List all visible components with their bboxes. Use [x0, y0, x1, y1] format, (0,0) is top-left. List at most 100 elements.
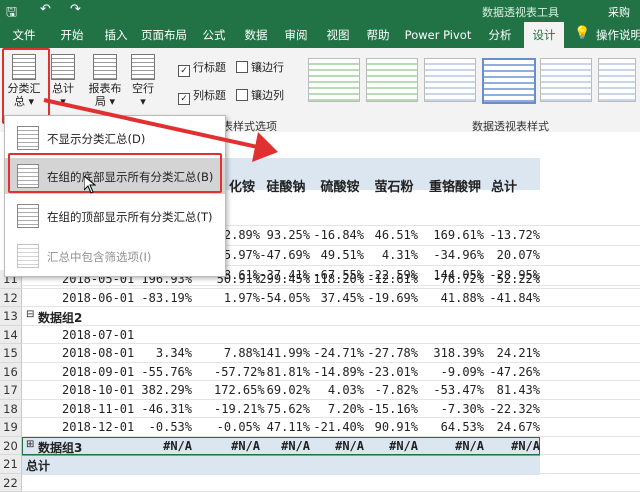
value-cell[interactable]: #N/A [214, 439, 260, 453]
value-cell[interactable]: 7.20% [312, 402, 364, 416]
value-cell[interactable]: 1.97% [214, 291, 260, 305]
date-cell[interactable]: 2018-07-01 [62, 328, 134, 342]
group-label[interactable]: 数据组3 [38, 439, 82, 456]
value-cell[interactable]: -0.05% [214, 420, 260, 434]
tell-me-box[interactable]: 操作说明 [596, 22, 640, 48]
value-cell[interactable]: 382.29% [140, 383, 192, 397]
value-cell[interactable]: 3.34% [140, 346, 192, 360]
menu-item-show-top[interactable]: 在组的顶部显示所有分类汇总(T) [5, 198, 225, 234]
chk-row-headers[interactable]: ✓行标题 [178, 60, 226, 76]
redo-icon[interactable]: ↷ [70, 2, 81, 17]
value-cell[interactable]: -7.82% [366, 383, 418, 397]
tab-power-pivot[interactable]: Power Pivot [402, 22, 474, 48]
value-cell[interactable]: 49.51% [312, 248, 364, 262]
value-cell[interactable]: #N/A [366, 439, 418, 453]
value-cell[interactable]: 37.45% [312, 291, 364, 305]
value-cell[interactable]: -19.21% [214, 402, 260, 416]
value-cell[interactable]: #N/A [258, 439, 310, 453]
row-header[interactable]: 12 [0, 289, 22, 308]
row-header[interactable]: 22 [0, 474, 22, 492]
date-cell[interactable]: 2018-09-01 [62, 365, 134, 379]
value-cell[interactable]: 69.02% [258, 383, 310, 397]
value-cell[interactable]: -55.76% [140, 365, 192, 379]
value-cell[interactable]: -14.89% [312, 365, 364, 379]
value-cell[interactable]: 169.61% [424, 228, 484, 242]
value-cell[interactable]: -7.30% [424, 402, 484, 416]
date-cell[interactable]: 2018-11-01 [62, 402, 134, 416]
date-cell[interactable]: 2018-12-01 [62, 420, 134, 434]
value-cell[interactable]: -57.72% [214, 365, 260, 379]
value-cell[interactable]: -13.72% [488, 228, 540, 242]
value-cell[interactable]: 52.22% [488, 272, 540, 286]
row-header[interactable]: 15 [0, 344, 22, 363]
value-cell[interactable]: 93.25% [258, 228, 310, 242]
value-cell[interactable]: 81.43% [488, 383, 540, 397]
style-thumb-1[interactable] [308, 58, 360, 102]
value-cell[interactable]: -41.84% [488, 291, 540, 305]
value-cell[interactable]: -24.71% [312, 346, 364, 360]
date-cell[interactable]: 2018-08-01 [62, 346, 134, 360]
row-header[interactable]: 21 [0, 455, 22, 474]
value-cell[interactable]: 24.21% [488, 346, 540, 360]
style-thumb-5[interactable] [540, 58, 592, 102]
value-cell[interactable]: 4.03% [312, 383, 364, 397]
date-cell[interactable]: 2018-06-01 [62, 291, 134, 305]
collapse-icon[interactable]: ⊟ [26, 309, 34, 320]
date-cell[interactable]: 2018-10-01 [62, 383, 134, 397]
tab-design[interactable]: 设计 [524, 22, 564, 48]
value-cell[interactable]: 4.31% [366, 248, 418, 262]
lightbulb-icon[interactable]: 💡 [574, 26, 590, 41]
value-cell[interactable]: -22.32% [488, 402, 540, 416]
row-header[interactable]: 19 [0, 418, 22, 437]
tab-page-layout[interactable]: 页面布局 [138, 22, 190, 48]
value-cell[interactable]: 64.53% [424, 420, 484, 434]
value-cell[interactable]: 46.51% [366, 228, 418, 242]
value-cell[interactable]: -83.19% [140, 291, 192, 305]
style-thumb-3[interactable] [424, 58, 476, 102]
value-cell[interactable]: -47.26% [488, 365, 540, 379]
value-cell[interactable]: -27.78% [366, 346, 418, 360]
value-cell[interactable]: -0.53% [140, 420, 192, 434]
value-cell[interactable]: 318.39% [424, 346, 484, 360]
value-cell[interactable]: 47.11% [258, 420, 310, 434]
value-cell[interactable]: -34.96% [424, 248, 484, 262]
row-header[interactable]: 20 [0, 437, 22, 456]
value-cell[interactable]: 172.65% [214, 383, 260, 397]
tab-data[interactable]: 数据 [238, 22, 274, 48]
value-cell[interactable]: -54.05% [258, 291, 310, 305]
row-header[interactable]: 13 [0, 307, 22, 326]
value-cell[interactable]: -19.69% [366, 291, 418, 305]
undo-icon[interactable]: ↶ [40, 2, 51, 17]
value-cell[interactable]: 141.99% [258, 346, 310, 360]
expand-icon[interactable]: ⊞ [26, 439, 34, 450]
value-cell[interactable]: -47.69% [258, 248, 310, 262]
value-cell[interactable]: 90.91% [366, 420, 418, 434]
value-cell[interactable]: -9.09% [424, 365, 484, 379]
value-cell[interactable]: -23.01% [366, 365, 418, 379]
tab-analyze[interactable]: 分析 [482, 22, 518, 48]
tab-file[interactable]: 文件 [4, 22, 44, 48]
value-cell[interactable]: 118.20% [312, 272, 364, 286]
row-header[interactable]: 14 [0, 326, 22, 345]
tab-help[interactable]: 帮助 [360, 22, 396, 48]
value-cell[interactable]: -46.31% [140, 402, 192, 416]
value-cell[interactable]: -76.72% [424, 272, 484, 286]
row-header[interactable]: 18 [0, 400, 22, 419]
value-cell[interactable]: #N/A [312, 439, 364, 453]
tab-insert[interactable]: 插入 [96, 22, 136, 48]
group-label[interactable]: 数据组2 [38, 309, 82, 326]
value-cell[interactable]: #N/A [488, 439, 540, 453]
value-cell[interactable]: 41.88% [424, 291, 484, 305]
value-cell[interactable]: 7.88% [214, 346, 260, 360]
value-cell[interactable]: -21.40% [312, 420, 364, 434]
value-cell[interactable]: -12.61% [366, 272, 418, 286]
value-cell[interactable]: #N/A [140, 439, 192, 453]
value-cell[interactable]: -81.81% [258, 365, 310, 379]
row-header[interactable]: 17 [0, 381, 22, 400]
value-cell[interactable]: -16.84% [312, 228, 364, 242]
tab-home[interactable]: 开始 [52, 22, 92, 48]
value-cell[interactable]: #N/A [424, 439, 484, 453]
style-thumb-4[interactable] [482, 58, 536, 104]
value-cell[interactable]: 20.07% [488, 248, 540, 262]
value-cell[interactable]: -53.47% [424, 383, 484, 397]
